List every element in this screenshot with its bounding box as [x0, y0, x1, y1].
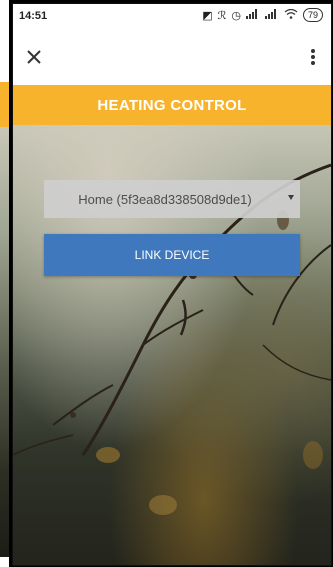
home-select-value: Home (5f3ea8d338508d9de1): [78, 191, 252, 207]
status-bar: 14:51 ◩ ℛ ◷ 79: [13, 4, 331, 30]
wifi-icon: [284, 8, 298, 22]
status-time: 14:51: [19, 10, 48, 22]
alarm-icon: ◷: [231, 9, 241, 22]
previous-screen-header-edge: [0, 82, 9, 127]
dropdown-arrow-icon: [288, 195, 294, 200]
more-vertical-icon[interactable]: [305, 46, 321, 68]
page-title: HEATING CONTROL: [97, 96, 247, 114]
signal-icon: [245, 8, 260, 22]
battery-icon: 79: [302, 8, 323, 22]
status-icons: ◩ ℛ ◷ 79: [202, 8, 323, 22]
phone-screen: 14:51 ◩ ℛ ◷ 79 HEATING CONTROL Home (5f3…: [12, 3, 332, 566]
close-icon[interactable]: [23, 46, 45, 68]
previous-screen-background-edge: [0, 127, 9, 557]
headphones-icon: ◩: [202, 9, 213, 22]
previous-screen-edge: [0, 0, 9, 567]
app-bar: [13, 30, 331, 85]
signal-icon-2: [264, 8, 279, 22]
bluetooth-icon: ℛ: [217, 9, 227, 22]
title-bar: HEATING CONTROL: [13, 85, 331, 125]
home-select[interactable]: Home (5f3ea8d338508d9de1): [44, 180, 300, 218]
link-device-button[interactable]: LINK DEVICE: [44, 234, 300, 276]
